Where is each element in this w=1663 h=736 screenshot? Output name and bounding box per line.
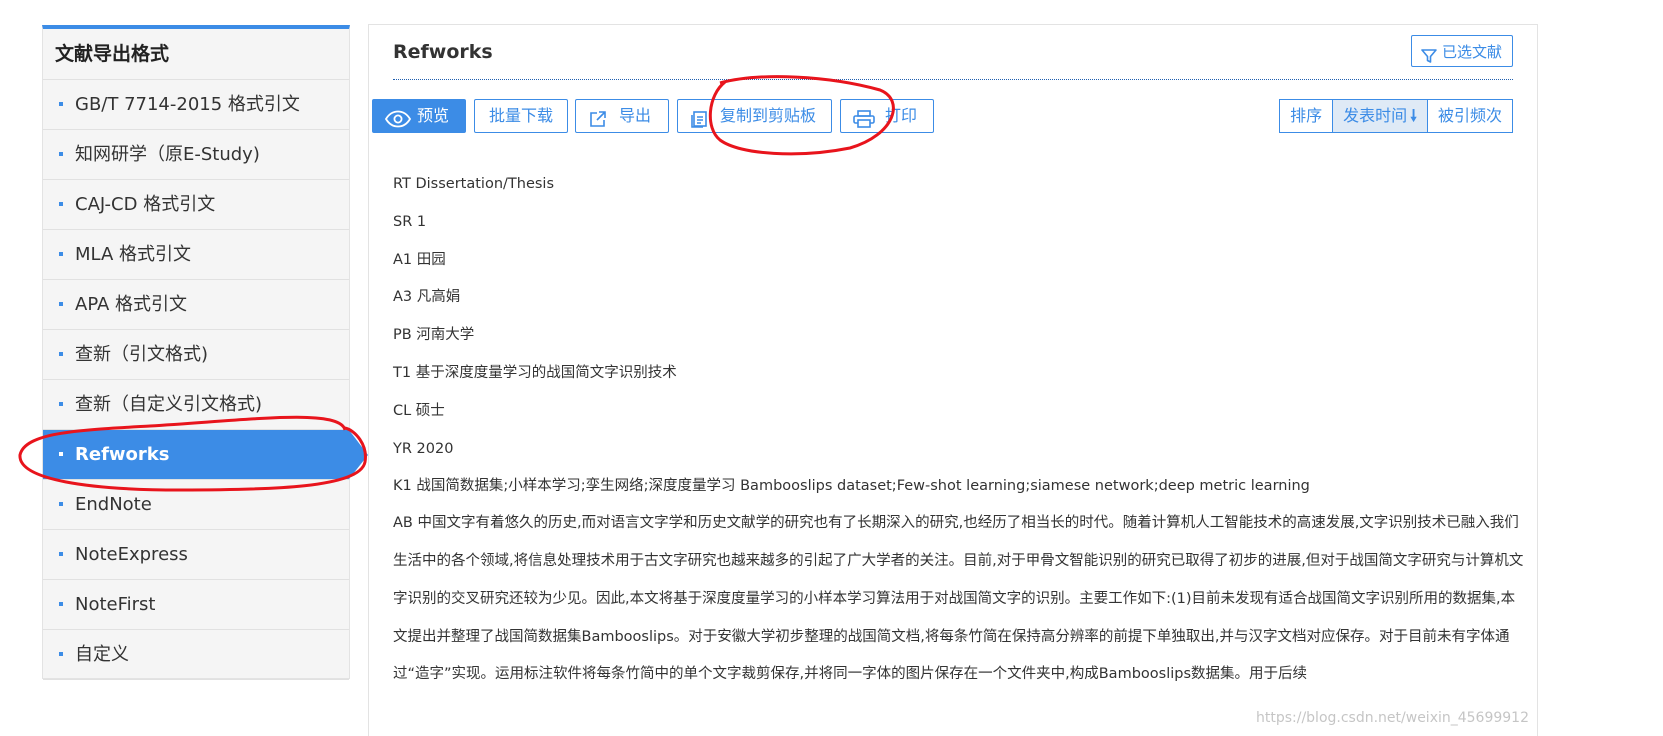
sidebar-item-label: EndNote: [75, 494, 152, 515]
record-a3: A3 凡高娟: [393, 289, 461, 306]
record-rt: RT Dissertation/Thesis: [393, 176, 555, 192]
bullet-icon: [59, 202, 63, 206]
sidebar-item-custom[interactable]: 自定义: [43, 630, 349, 680]
preview-button[interactable]: 预览: [372, 99, 466, 133]
clipboard-icon: [690, 107, 708, 139]
record-abstract: AB 中国文字有着悠久的历史,而对语言文字学和历史文献学的研究也有了长期深入的研…: [393, 515, 1524, 683]
sidebar-item-label: MLA 格式引文: [75, 244, 192, 265]
eye-icon: [384, 107, 412, 139]
sidebar-item-cajcd[interactable]: CAJ-CD 格式引文: [43, 180, 349, 230]
export-button[interactable]: 导出: [575, 99, 669, 133]
print-label: 打印: [885, 106, 918, 125]
sidebar-item-label: 查新（自定义引文格式): [75, 394, 263, 415]
bullet-icon: [59, 602, 63, 606]
record-yr: YR 2020: [393, 440, 454, 457]
selected-documents-button[interactable]: 已选文献: [1410, 35, 1513, 67]
batch-download-label: 批量下载: [488, 106, 553, 125]
bullet-icon: [59, 502, 63, 506]
sort-by-date-button[interactable]: 发表时间 🠗: [1332, 99, 1428, 133]
sort-by-date-label: 发表时间: [1343, 106, 1408, 125]
bullet-icon: [59, 652, 63, 656]
sidebar-item-label: APA 格式引文: [75, 294, 188, 315]
sort-control: 排序 发表时间 🠗 被引频次: [1279, 99, 1513, 133]
watermark: https://blog.csdn.net/weixin_45699912: [1255, 710, 1529, 726]
bullet-icon: [59, 552, 63, 556]
print-button[interactable]: 打印: [840, 99, 934, 133]
bullet-icon: [59, 102, 63, 106]
arrow-down-icon: 🠗: [1410, 106, 1417, 125]
sidebar-item-refworks[interactable]: Refworks: [43, 430, 368, 480]
sidebar-item-gbt7714[interactable]: GB/T 7714-2015 格式引文: [43, 80, 349, 130]
sidebar-item-label: NoteExpress: [75, 544, 188, 565]
bullet-icon: [59, 152, 63, 156]
sidebar-item-novelty-custom[interactable]: 查新（自定义引文格式): [43, 380, 349, 430]
sort-by-citations-button[interactable]: 被引频次: [1426, 99, 1513, 133]
sidebar-item-estudy[interactable]: 知网研学（原E-Study): [43, 130, 349, 180]
bullet-icon: [59, 402, 63, 406]
copy-to-clipboard-button[interactable]: 复制到剪贴板: [677, 99, 832, 133]
sidebar-item-mla[interactable]: MLA 格式引文: [43, 230, 349, 280]
sidebar-item-label: NoteFirst: [75, 594, 156, 615]
bullet-icon: [59, 452, 63, 456]
bullet-icon: [59, 302, 63, 306]
sidebar-item-apa[interactable]: APA 格式引文: [43, 280, 349, 330]
selected-documents-label: 已选文献: [1441, 43, 1502, 61]
sidebar-title: 文献导出格式: [43, 29, 349, 80]
sidebar-item-endnote[interactable]: EndNote: [43, 480, 349, 530]
export-format-sidebar: 文献导出格式 GB/T 7714-2015 格式引文 知网研学（原E-Study…: [42, 25, 368, 680]
sidebar-item-label: 查新（引文格式): [75, 344, 209, 365]
preview-label: 预览: [417, 106, 450, 125]
sidebar-item-label: CAJ-CD 格式引文: [75, 194, 216, 215]
bullet-icon: [59, 352, 63, 356]
page-title: Refworks: [393, 41, 493, 63]
bullet-icon: [59, 252, 63, 256]
sidebar-item-label: Refworks: [75, 444, 170, 465]
batch-download-button[interactable]: 批量下载: [474, 99, 568, 133]
sidebar-item-label: 自定义: [75, 644, 129, 665]
record-a1: A1 田园: [393, 251, 446, 268]
sidebar-item-label: GB/T 7714-2015 格式引文: [75, 94, 300, 115]
sidebar-item-noteexpress[interactable]: NoteExpress: [43, 530, 349, 580]
record-pb: PB 河南大学: [393, 327, 475, 344]
record-sr: SR 1: [393, 213, 427, 230]
sidebar-item-novelty-citation[interactable]: 查新（引文格式): [43, 330, 349, 380]
sidebar-item-label: 知网研学（原E-Study): [75, 144, 260, 165]
record-t1: T1 基于深度度量学习的战国简文字识别技术: [393, 364, 677, 381]
copy-to-clipboard-label: 复制到剪贴板: [720, 106, 817, 125]
export-label: 导出: [619, 106, 652, 125]
external-link-icon: [589, 107, 607, 139]
export-preview-panel: Refworks 已选文献 预览 批量下载 导出 复制到剪贴板 打印 排序 发表…: [368, 24, 1538, 736]
sort-label: 排序: [1279, 99, 1334, 133]
sidebar-item-notefirst[interactable]: NoteFirst: [43, 580, 349, 630]
record-cl: CL 硕士: [393, 402, 445, 419]
refworks-preview-content: RT Dissertation/Thesis SR 1 A1 田园 A3 凡高娟…: [393, 175, 1527, 694]
title-divider: [393, 79, 1513, 80]
filter-icon: [1421, 43, 1437, 75]
printer-icon: [853, 107, 875, 139]
